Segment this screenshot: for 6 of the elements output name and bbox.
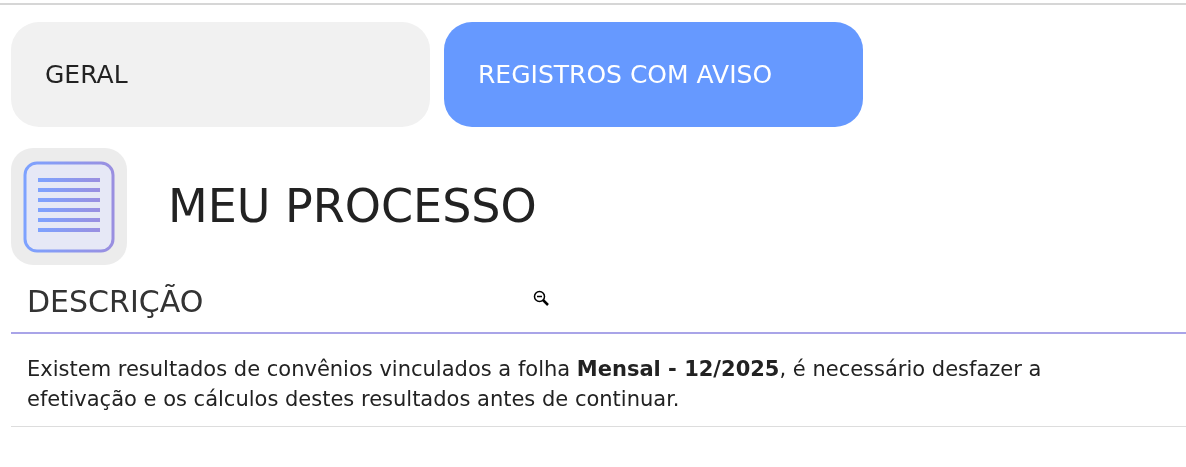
- process-title: MEU PROCESSO: [168, 178, 537, 235]
- zoom-out-cursor-icon: [533, 290, 550, 307]
- list-icon: [11, 148, 127, 265]
- section-heading: DESCRIÇÃO: [11, 265, 1186, 334]
- warning-message: Existem resultados de convênios vinculados a folha Mensal - 12/2025, é necessário desfazer a efetivação e os cálculos destes resultados antes de continuar.: [11, 334, 1186, 427]
- tab[interactable]: GERAL: [11, 22, 430, 127]
